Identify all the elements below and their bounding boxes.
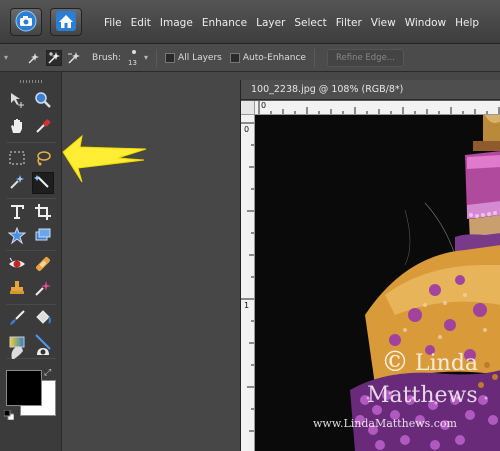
ruler-left-label-0: 0	[244, 125, 250, 134]
ruler-left-label-1: 1	[244, 301, 250, 310]
red-eye-icon	[8, 255, 26, 276]
type-icon	[8, 203, 26, 224]
brush-dropdown-icon[interactable]: ▾	[144, 53, 148, 62]
bandage-icon	[34, 255, 52, 276]
lasso-icon	[34, 149, 52, 170]
all-layers-checkbox[interactable]	[165, 52, 176, 63]
quick-select-subtract-icon[interactable]	[66, 50, 82, 66]
tools-panel: ⤢	[0, 72, 62, 451]
home-icon	[55, 10, 77, 35]
camera-icon	[15, 10, 37, 35]
menu-edit[interactable]: Edit	[131, 17, 151, 29]
smudge-icon	[8, 343, 26, 364]
lasso-tool[interactable]	[32, 148, 54, 170]
annotation-arrow	[62, 134, 147, 183]
document-window: 100_2238.jpg @ 108% (RGB/8*) 0 0 1 © Lin…	[240, 80, 500, 451]
refine-edge-button[interactable]: Refine Edge...	[326, 48, 404, 67]
brush-dot-icon	[132, 49, 137, 54]
stamp-icon	[8, 279, 26, 300]
tool-separator	[6, 304, 56, 305]
ruler-left: 0 1	[241, 115, 255, 451]
menu-help[interactable]: Help	[455, 17, 479, 29]
watermark-url: www.LindaMatthews.com	[313, 417, 457, 430]
type-tool[interactable]	[6, 202, 28, 224]
cookie-cutter-icon	[7, 226, 27, 248]
menu-layer[interactable]: Layer	[256, 17, 285, 29]
options-divider	[313, 48, 315, 67]
marquee-tool[interactable]	[6, 148, 28, 170]
menu-window[interactable]: Window	[405, 17, 446, 29]
ruler-corner	[241, 101, 255, 115]
menu-items: File Edit Image Enhance Layer Select Fil…	[104, 17, 488, 29]
auto-enhance-checkbox[interactable]	[229, 52, 240, 63]
eyedropper-tool[interactable]	[32, 116, 54, 138]
quick-select-new-icon[interactable]	[26, 50, 42, 66]
tool-separator	[6, 198, 56, 199]
camera-eraser-icon	[34, 343, 52, 364]
move-icon	[8, 91, 26, 112]
menu-image[interactable]: Image	[160, 17, 193, 29]
organizer-button[interactable]	[10, 8, 42, 36]
tool-separator	[6, 250, 56, 251]
home-button[interactable]	[50, 8, 82, 36]
tool-separator	[6, 142, 56, 143]
all-layers-label: All Layers	[178, 52, 222, 63]
menu-bar: File Edit Image Enhance Layer Select Fil…	[0, 0, 500, 44]
menu-filter[interactable]: Filter	[336, 17, 362, 29]
zoom-tool[interactable]	[32, 90, 54, 112]
hand-icon	[8, 117, 26, 138]
brush-picker[interactable]: 13	[125, 47, 143, 69]
blur-tool[interactable]	[32, 278, 54, 300]
paintbrush-icon	[8, 309, 26, 330]
ruler-top-label: 0	[261, 101, 267, 110]
image-canvas[interactable]: © Linda Matthews www.LindaMatthews.com	[255, 115, 500, 451]
paint-bucket-icon	[34, 309, 52, 330]
options-bar: ▾ Brush: 13 ▾ All Layers Auto-Enhance Re…	[0, 44, 500, 72]
watermark-copyright: ©	[381, 345, 409, 378]
auto-enhance-label: Auto-Enhance	[242, 52, 306, 63]
red-eye-tool[interactable]	[6, 254, 28, 276]
menu-view[interactable]: View	[371, 17, 396, 29]
zoom-icon	[34, 91, 52, 112]
magic-wand-icon	[8, 173, 26, 194]
menu-file[interactable]: File	[104, 17, 122, 29]
foreground-color-swatch[interactable]	[6, 370, 42, 406]
healing-brush-tool[interactable]	[32, 254, 54, 276]
eraser-tool[interactable]	[32, 342, 54, 364]
quick-select-add-icon[interactable]	[46, 49, 63, 66]
ruler-top: 0	[255, 101, 500, 115]
default-colors-icon[interactable]	[3, 409, 15, 421]
watermark-last-name: Matthews	[367, 383, 478, 408]
quick-selection-tool[interactable]	[32, 172, 54, 194]
straighten-tool[interactable]	[32, 226, 54, 248]
quick-selection-icon	[34, 173, 52, 194]
hand-tool[interactable]	[6, 116, 28, 138]
options-chevron-icon[interactable]: ▾	[4, 53, 8, 62]
panel-grip[interactable]	[20, 80, 42, 83]
crop-tool[interactable]	[32, 202, 54, 224]
cookie-cutter-tool[interactable]	[6, 226, 28, 248]
straighten-icon	[34, 227, 52, 248]
move-tool[interactable]	[6, 90, 28, 112]
watermark-first-name: Linda	[415, 351, 479, 376]
smudge-tool[interactable]	[6, 342, 28, 364]
paint-bucket-tool[interactable]	[32, 308, 54, 330]
swap-colors-icon[interactable]: ⤢	[44, 368, 51, 378]
magic-wand-tool[interactable]	[6, 172, 28, 194]
menu-select[interactable]: Select	[294, 17, 326, 29]
brush-label: Brush:	[92, 52, 122, 63]
brush-size: 13	[128, 58, 137, 67]
sparkle-icon	[34, 279, 52, 300]
clone-stamp-tool[interactable]	[6, 278, 28, 300]
eyedropper-icon	[34, 117, 52, 138]
crop-icon	[34, 203, 52, 224]
menu-enhance[interactable]: Enhance	[202, 17, 247, 29]
brush-tool[interactable]	[6, 308, 28, 330]
options-divider	[156, 48, 158, 67]
rectangular-marquee-icon	[8, 149, 26, 170]
document-title: 100_2238.jpg @ 108% (RGB/8*)	[251, 84, 404, 95]
document-tab[interactable]: 100_2238.jpg @ 108% (RGB/8*)	[241, 80, 500, 100]
